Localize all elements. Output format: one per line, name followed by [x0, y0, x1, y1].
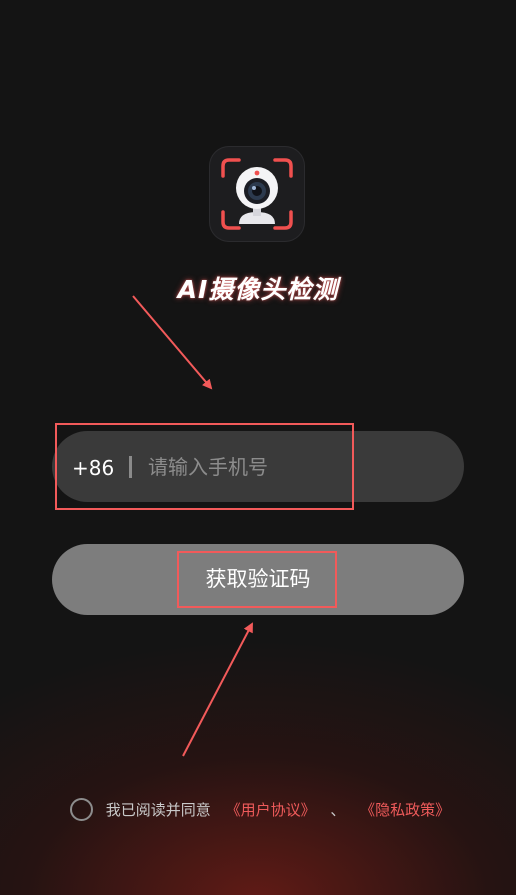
privacy-policy-link[interactable]: 《隐私政策》	[360, 801, 450, 819]
agreement-separator: 、	[330, 801, 346, 819]
arrow-to-phone-input	[132, 295, 213, 390]
user-agreement-link[interactable]: 《用户协议》	[226, 801, 316, 819]
agreement-text: 我已阅读并同意	[105, 801, 211, 819]
arrow-to-code-button	[182, 622, 253, 757]
annotation-arrows	[132, 295, 253, 757]
agreement-row: 我已阅读并同意 《用户协议》 、 《隐私政策》	[70, 798, 450, 824]
agreement-checkbox[interactable]	[70, 798, 93, 821]
